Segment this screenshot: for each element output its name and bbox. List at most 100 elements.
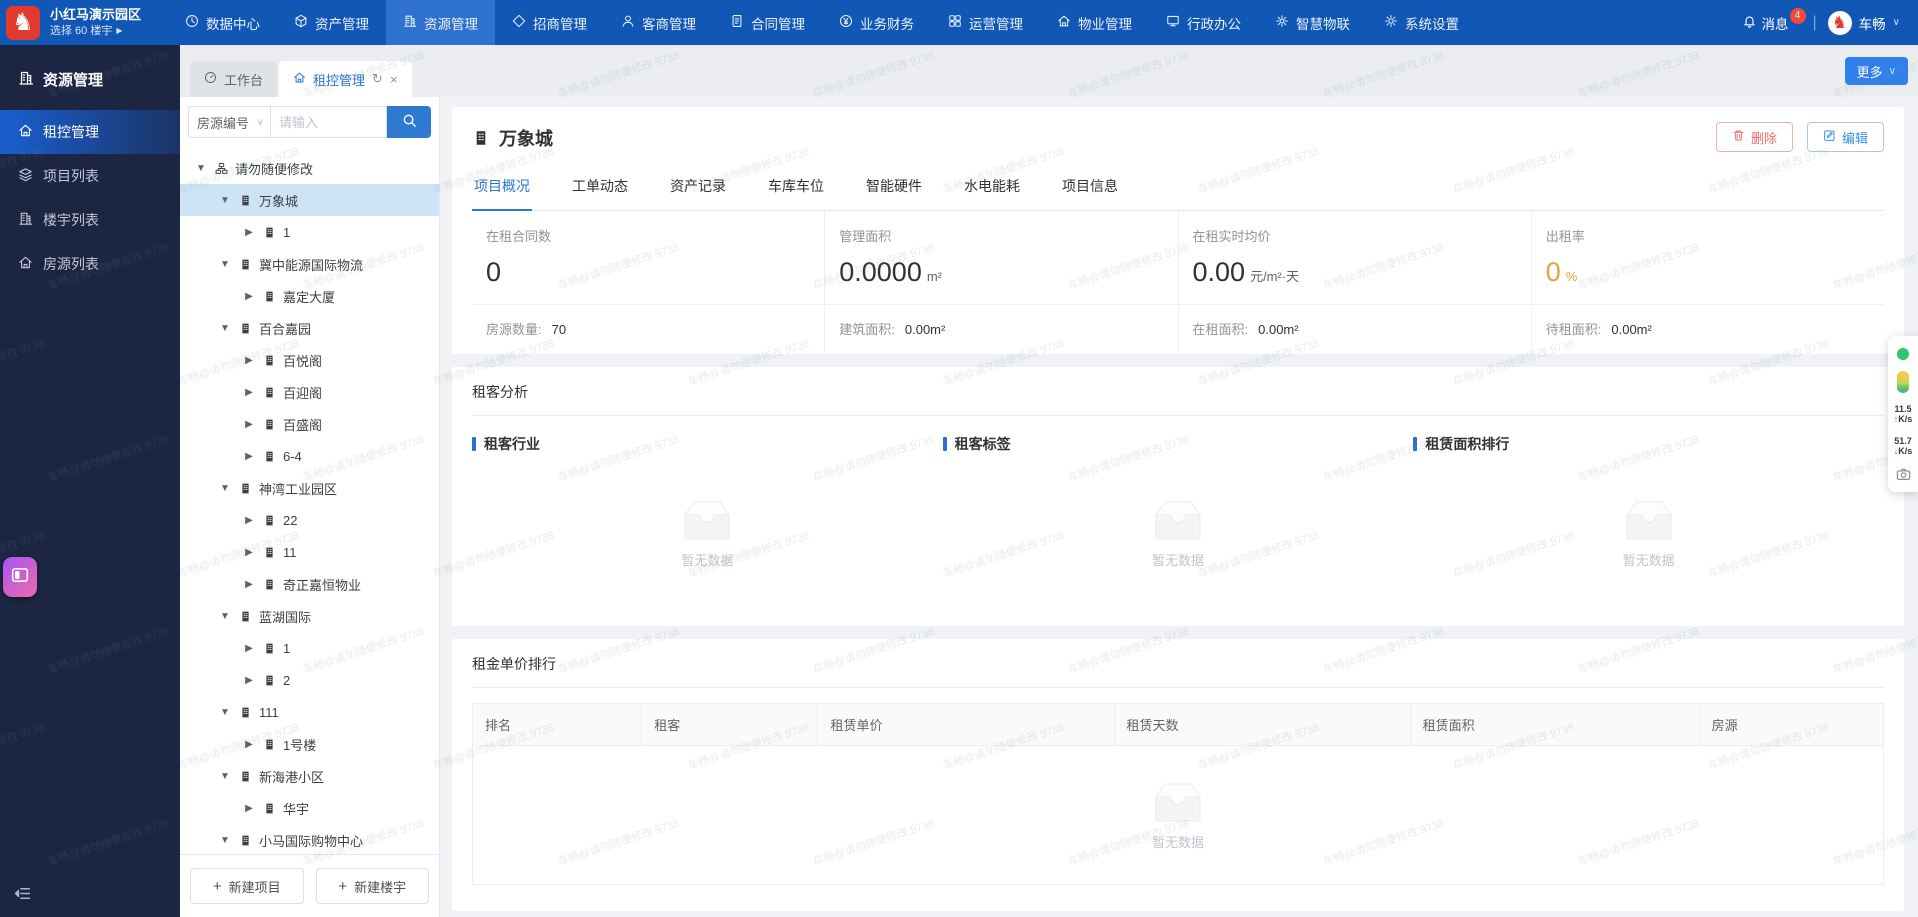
detail-tab[interactable]: 项目概况 — [472, 165, 532, 211]
new-building-button[interactable]: + 新建楼宇 — [315, 868, 429, 904]
top-nav-item-monitor[interactable]: 行政办公 — [1149, 0, 1258, 45]
collapse-arrow-icon[interactable]: ▶ — [242, 355, 256, 366]
app-logo[interactable]: ♞ — [6, 5, 40, 40]
collapse-arrow-icon[interactable]: ▶ — [242, 579, 256, 590]
open-page-tabs: 工作台 租控管理 ↻ × — [190, 61, 414, 97]
top-nav-item-home[interactable]: 物业管理 — [1040, 0, 1149, 45]
substat-label: 房源数量: — [486, 322, 542, 337]
panel-toggle-floating-button[interactable] — [3, 557, 37, 597]
stat-value: 0 — [486, 257, 502, 287]
tree-node-label: 6-4 — [283, 448, 302, 464]
collapse-arrow-icon[interactable]: ▶ — [242, 451, 256, 462]
tree-node[interactable]: ▶ 1 — [180, 216, 439, 248]
tree-node-label: 嘉定大厦 — [283, 289, 336, 305]
download-speed: 51.7 ↓K/s — [1893, 435, 1913, 457]
page-tab[interactable]: 租控管理 ↻ × — [279, 61, 412, 97]
search-input[interactable] — [270, 106, 387, 138]
sidebar-item-home[interactable]: 租控管理 — [0, 110, 180, 154]
collapse-arrow-icon[interactable]: ▶ — [242, 547, 256, 558]
top-nav-item-doc[interactable]: 合同管理 — [713, 0, 822, 45]
collapse-arrow-icon[interactable]: ▶ — [242, 291, 256, 302]
tree-node[interactable]: ▼ 百合嘉园 — [180, 312, 439, 344]
tree-node[interactable]: ▼ 新海港小区 — [180, 760, 439, 792]
top-nav-item-clock[interactable]: 数据中心 — [168, 0, 277, 45]
tree-node[interactable]: ▶ 奇正嘉恒物业 — [180, 568, 439, 600]
detail-tab[interactable]: 资产记录 — [668, 165, 728, 211]
camera-icon[interactable] — [1896, 467, 1911, 482]
page-tab[interactable]: 工作台 — [190, 61, 278, 97]
tree-node[interactable]: ▶ 华宇 — [180, 792, 439, 824]
tree-node[interactable]: ▼ 冀中能源国际物流 — [180, 248, 439, 280]
collapse-arrow-icon[interactable]: ▶ — [242, 387, 256, 398]
tree-node[interactable]: ▼ 神湾工业园区 — [180, 472, 439, 504]
tree-node[interactable]: ▶ 百悦阁 — [180, 344, 439, 376]
delete-button[interactable]: 删除 — [1715, 122, 1793, 152]
collapse-arrow-icon[interactable]: ▶ — [242, 419, 256, 430]
tree-node[interactable]: ▶ 嘉定大厦 — [180, 280, 439, 312]
collapse-arrow-icon[interactable]: ▶ — [242, 515, 256, 526]
expand-arrow-icon[interactable]: ▼ — [218, 195, 232, 206]
tenant-analysis-card: 租客分析 租客行业 暂无数据 租客标签 暂无数据 租赁面积排行 暂无数据 — [452, 367, 1904, 626]
plus-icon: + — [338, 877, 348, 895]
detail-tab[interactable]: 项目信息 — [1060, 165, 1120, 211]
collapse-arrow-icon[interactable]: ▶ — [242, 739, 256, 750]
new-project-button[interactable]: + 新建项目 — [190, 868, 304, 904]
top-nav-item-cube[interactable]: 资产管理 — [277, 0, 386, 45]
search-field-select[interactable]: 房源编号 ∨ — [188, 106, 270, 138]
more-button[interactable]: 更多 ∨ — [1844, 57, 1908, 85]
network-monitor-widget[interactable]: 11.5 ↑K/s 51.7 ↓K/s — [1888, 336, 1918, 493]
top-nav-item-ops[interactable]: 运营管理 — [931, 0, 1040, 45]
tree-node[interactable]: ▶ 1 — [180, 632, 439, 664]
top-nav-item-iot[interactable]: 智慧物联 — [1258, 0, 1367, 45]
collapse-arrow-icon[interactable]: ▶ — [242, 803, 256, 814]
tree-node[interactable]: ▼ 请勿随便修改 — [180, 152, 439, 184]
top-nav-item-finance[interactable]: 业务财务 — [822, 0, 931, 45]
refresh-icon[interactable]: ↻ — [372, 71, 383, 87]
tree-node[interactable]: ▶ 22 — [180, 504, 439, 536]
top-nav-item-person[interactable]: 客商管理 — [604, 0, 713, 45]
stat-label: 在租实时均价 — [1192, 229, 1271, 244]
tree-node[interactable]: ▼ 蓝湖国际 — [180, 600, 439, 632]
tree-node[interactable]: ▶ 2 — [180, 664, 439, 696]
sidebar-menu: 租控管理 项目列表 楼宇列表 房源列表 — [0, 110, 180, 286]
collapse-arrow-icon[interactable]: ▶ — [242, 675, 256, 686]
close-icon[interactable]: × — [390, 72, 398, 87]
tree-node[interactable]: ▶ 百盛阁 — [180, 408, 439, 440]
messages-button[interactable]: 消息 4 — [1742, 7, 1810, 33]
clock-icon — [185, 14, 199, 31]
project-overview-card: 万象城 删除 编辑 项目概况 工单动态 资产记录 车库车位 智能硬件 水电能耗 项目信息 在… — [452, 107, 1904, 354]
top-nav-item-diamond[interactable]: 招商管理 — [495, 0, 604, 45]
top-nav-item-gear[interactable]: 系统设置 — [1367, 0, 1476, 45]
expand-arrow-icon[interactable]: ▼ — [218, 259, 232, 270]
tree-node[interactable]: ▶ 百迎阁 — [180, 376, 439, 408]
tree-node[interactable]: ▶ 1号楼 — [180, 728, 439, 760]
search-button[interactable] — [387, 106, 431, 138]
user-avatar[interactable]: ♞ — [1827, 10, 1852, 35]
sidebar-item-home[interactable]: 房源列表 — [0, 242, 180, 286]
detail-tab[interactable]: 智能硬件 — [864, 165, 924, 211]
expand-arrow-icon[interactable]: ▼ — [218, 611, 232, 622]
collapse-arrow-icon[interactable]: ▶ — [242, 227, 256, 238]
tree-node[interactable]: ▼ 万象城 — [180, 184, 439, 216]
expand-arrow-icon[interactable]: ▼ — [218, 835, 232, 846]
sidebar-item-layers[interactable]: 项目列表 — [0, 154, 180, 198]
tree-node[interactable]: ▼ 111 — [180, 696, 439, 728]
tree-node[interactable]: ▶ 6-4 — [180, 440, 439, 472]
sidebar-item-building[interactable]: 楼宇列表 — [0, 198, 180, 242]
chevron-down-icon[interactable]: ∨ — [1893, 17, 1900, 28]
edit-button[interactable]: 编辑 — [1806, 122, 1884, 152]
tree-node[interactable]: ▶ 11 — [180, 536, 439, 568]
park-switcher[interactable]: 小红马演示园区 选择 60 楼宇 ▶ — [50, 6, 168, 38]
expand-arrow-icon[interactable]: ▼ — [218, 323, 232, 334]
tree-node[interactable]: ▼ 小马国际购物中心 — [180, 824, 439, 854]
expand-arrow-icon[interactable]: ▼ — [218, 707, 232, 718]
detail-tab[interactable]: 水电能耗 — [962, 165, 1022, 211]
expand-arrow-icon[interactable]: ▼ — [218, 771, 232, 782]
detail-tab[interactable]: 车库车位 — [766, 165, 826, 211]
detail-tab[interactable]: 工单动态 — [570, 165, 630, 211]
expand-arrow-icon[interactable]: ▼ — [194, 163, 208, 174]
expand-arrow-icon[interactable]: ▼ — [218, 483, 232, 494]
collapse-arrow-icon[interactable]: ▶ — [242, 643, 256, 654]
collapse-sidebar-button[interactable] — [14, 885, 31, 907]
top-nav-item-building[interactable]: 资源管理 — [386, 0, 495, 45]
